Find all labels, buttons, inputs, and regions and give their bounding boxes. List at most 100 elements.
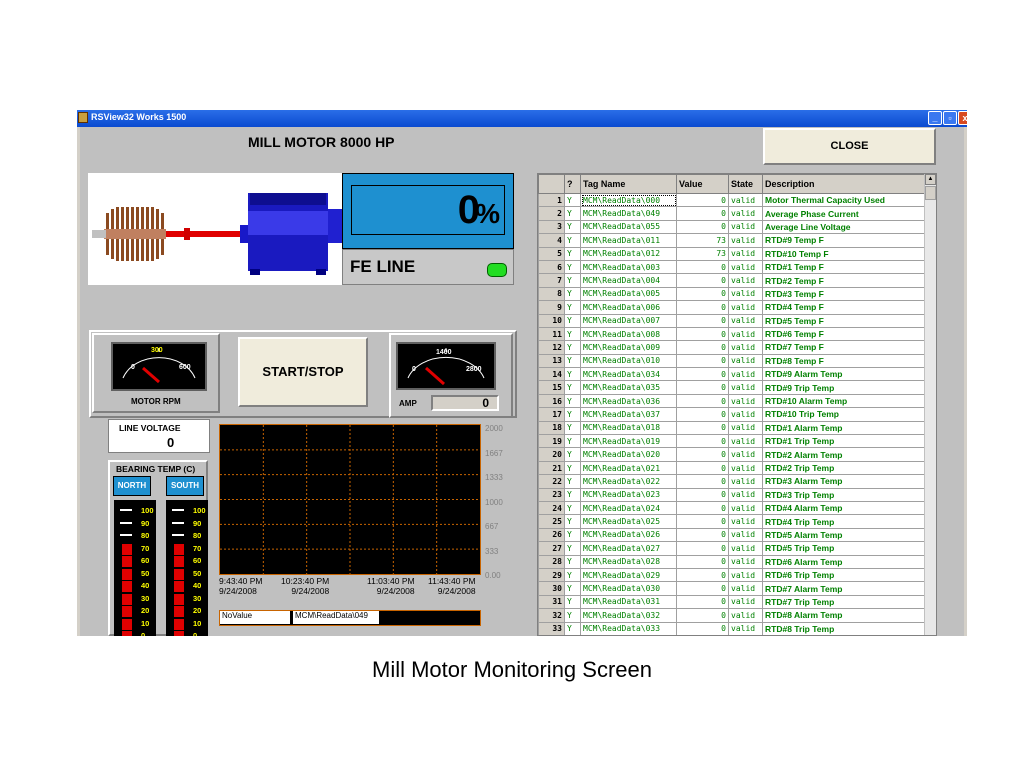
table-row[interactable]: 4 Y MCM\ReadData\011 73 valid RTD#9 Temp F — [538, 233, 926, 248]
table-row[interactable]: 30 Y MCM\ReadData\030 0 valid RTD#7 Alarm Tem… — [538, 581, 926, 596]
row-number: 8 — [538, 286, 565, 302]
table-row[interactable]: 3 Y MCM\ReadData\055 0 valid Average Line Vol… — [538, 219, 926, 235]
row-tag-name[interactable]: MCM\ReadData\036 — [580, 393, 677, 409]
thermometer-tick — [120, 521, 132, 524]
table-row[interactable]: 13 Y MCM\ReadData\010 0 valid RTD#8 Temp F — [538, 353, 926, 369]
title-bar[interactable]: RSView32 Works 1500 _ ▫ x — [77, 110, 967, 127]
row-value: 73 — [676, 246, 729, 261]
table-row[interactable]: 22 Y MCM\ReadData\022 0 valid RTD#3 Alarm Tem… — [538, 474, 926, 489]
trend-chart[interactable] — [219, 424, 481, 575]
row-tag-name[interactable]: MCM\ReadData\024 — [580, 500, 677, 516]
row-state: valid — [728, 300, 763, 315]
row-number: 14 — [538, 367, 565, 382]
table-row[interactable]: 18 Y MCM\ReadData\018 0 valid RTD#1 Alarm Tem… — [538, 420, 926, 436]
start-stop-button[interactable]: START/STOP — [238, 337, 368, 407]
table-row[interactable]: 7 Y MCM\ReadData\004 0 valid RTD#2 Temp F — [538, 273, 926, 288]
minimize-button[interactable]: _ — [928, 111, 942, 125]
table-row[interactable]: 15 Y MCM\ReadData\035 0 valid RTD#9 Trip Temp — [538, 380, 926, 395]
table-row[interactable]: 26 Y MCM\ReadData\026 0 valid RTD#5 Alarm Tem… — [538, 527, 926, 543]
table-row[interactable]: 29 Y MCM\ReadData\029 0 valid RTD#6 Trip Temp — [538, 567, 926, 583]
scroll-thumb[interactable] — [925, 186, 936, 200]
table-scrollbar[interactable]: ▲ — [924, 174, 936, 635]
row-tag-name[interactable]: MCM\ReadData\034 — [580, 367, 677, 382]
table-row[interactable]: 11 Y MCM\ReadData\008 0 valid RTD#6 Temp F — [538, 326, 926, 342]
table-row[interactable]: 17 Y MCM\ReadData\037 0 valid RTD#10 Trip Tem… — [538, 407, 926, 422]
table-row[interactable]: 14 Y MCM\ReadData\034 0 valid RTD#9 Alarm Tem… — [538, 367, 926, 382]
table-row[interactable]: 21 Y MCM\ReadData\021 0 valid RTD#2 Trip Temp — [538, 460, 926, 476]
table-row[interactable]: 27 Y MCM\ReadData\027 0 valid RTD#5 Trip Temp — [538, 541, 926, 556]
row-tag-name[interactable]: MCM\ReadData\049 — [580, 206, 677, 221]
column-header[interactable]: Value — [676, 174, 729, 194]
row-number: 11 — [538, 326, 565, 342]
column-header[interactable]: State — [728, 174, 763, 194]
row-tag-name[interactable]: MCM\ReadData\020 — [580, 447, 677, 462]
row-tag-name[interactable]: MCM\ReadData\007 — [580, 313, 677, 328]
table-row[interactable]: 1 Y MCM\ReadData\000 0 valid Motor Thermal Ca… — [538, 192, 926, 208]
table-row[interactable]: 25 Y MCM\ReadData\025 0 valid RTD#4 Trip Temp — [538, 514, 926, 529]
row-tag-name[interactable]: MCM\ReadData\028 — [580, 554, 677, 569]
table-row[interactable]: 24 Y MCM\ReadData\024 0 valid RTD#4 Alarm Tem… — [538, 500, 926, 516]
scroll-up-icon[interactable]: ▲ — [925, 174, 936, 185]
row-flag: Y — [564, 621, 581, 635]
column-header[interactable]: ? — [564, 174, 581, 194]
row-tag-name[interactable]: MCM\ReadData\031 — [580, 594, 677, 610]
row-tag-name[interactable]: MCM\ReadData\000 — [580, 192, 677, 208]
row-tag-name[interactable]: MCM\ReadData\037 — [580, 407, 677, 422]
rsview-window: RSView32 Works 1500 _ ▫ x MILL MOTOR 800… — [77, 110, 967, 636]
table-row[interactable]: 5 Y MCM\ReadData\012 73 valid RTD#10 Temp F — [538, 246, 926, 261]
row-tag-name[interactable]: MCM\ReadData\019 — [580, 434, 677, 449]
row-tag-name[interactable]: MCM\ReadData\010 — [580, 353, 677, 369]
table-row[interactable]: 28 Y MCM\ReadData\028 0 valid RTD#6 Alarm Tem… — [538, 554, 926, 569]
table-row[interactable]: 2 Y MCM\ReadData\049 0 valid Average Phase Cu… — [538, 206, 926, 221]
row-tag-name[interactable]: MCM\ReadData\029 — [580, 567, 677, 583]
row-tag-name[interactable]: MCM\ReadData\005 — [580, 286, 677, 302]
table-row[interactable]: 32 Y MCM\ReadData\032 0 valid RTD#8 Alarm Tem… — [538, 608, 926, 623]
tag-table[interactable]: ? Tag Name Value State Description 1 Y MCM\Rea… — [537, 173, 937, 636]
close-button[interactable]: CLOSE — [763, 128, 936, 165]
row-tag-name[interactable]: MCM\ReadData\022 — [580, 474, 677, 489]
row-state: valid — [728, 326, 763, 342]
column-header[interactable]: Tag Name — [580, 174, 677, 194]
row-tag-name[interactable]: MCM\ReadData\021 — [580, 460, 677, 476]
row-tag-name[interactable]: MCM\ReadData\004 — [580, 273, 677, 288]
trend-legend[interactable]: NoValue MCM\ReadData\049 — [219, 610, 481, 626]
row-flag: Y — [564, 259, 581, 275]
thermometer-scale-label: 90 — [141, 518, 150, 528]
table-row[interactable]: 20 Y MCM\ReadData\020 0 valid RTD#2 Alarm Tem… — [538, 447, 926, 462]
table-row[interactable]: 31 Y MCM\ReadData\031 0 valid RTD#7 Trip Temp — [538, 594, 926, 610]
maximize-button[interactable]: ▫ — [943, 111, 957, 125]
table-row[interactable]: 16 Y MCM\ReadData\036 0 valid RTD#10 Alarm Te… — [538, 393, 926, 409]
table-row[interactable]: 9 Y MCM\ReadData\006 0 valid RTD#4 Temp F — [538, 300, 926, 315]
table-row[interactable]: 33 Y MCM\ReadData\033 0 valid RTD#8 Trip Temp — [538, 621, 926, 635]
table-row[interactable]: 19 Y MCM\ReadData\019 0 valid RTD#1 Trip Temp — [538, 434, 926, 449]
table-row[interactable]: 23 Y MCM\ReadData\023 0 valid RTD#3 Trip Temp — [538, 487, 926, 502]
row-value: 0 — [676, 434, 729, 449]
table-row[interactable]: 8 Y MCM\ReadData\005 0 valid RTD#3 Temp F — [538, 286, 926, 302]
row-tag-name[interactable]: MCM\ReadData\009 — [580, 340, 677, 355]
close-window-button[interactable]: x — [958, 111, 967, 125]
row-tag-name[interactable]: MCM\ReadData\008 — [580, 326, 677, 342]
row-tag-name[interactable]: MCM\ReadData\025 — [580, 514, 677, 529]
row-tag-name[interactable]: MCM\ReadData\033 — [580, 621, 677, 635]
row-tag-name[interactable]: MCM\ReadData\026 — [580, 527, 677, 543]
row-value: 0 — [676, 447, 729, 462]
table-row[interactable]: 12 Y MCM\ReadData\009 0 valid RTD#7 Temp F — [538, 340, 926, 355]
column-header[interactable]: Description — [762, 174, 926, 194]
column-header[interactable] — [538, 174, 565, 194]
row-tag-name[interactable]: MCM\ReadData\018 — [580, 420, 677, 436]
row-tag-name[interactable]: MCM\ReadData\027 — [580, 541, 677, 556]
row-tag-name[interactable]: MCM\ReadData\035 — [580, 380, 677, 395]
row-tag-name[interactable]: MCM\ReadData\003 — [580, 259, 677, 275]
row-tag-name[interactable]: MCM\ReadData\023 — [580, 487, 677, 502]
app-icon[interactable] — [78, 112, 88, 123]
table-row[interactable]: 10 Y MCM\ReadData\007 0 valid RTD#5 Temp F — [538, 313, 926, 328]
row-tag-name[interactable]: MCM\ReadData\006 — [580, 300, 677, 315]
row-tag-name[interactable]: MCM\ReadData\030 — [580, 581, 677, 596]
row-tag-name[interactable]: MCM\ReadData\055 — [580, 219, 677, 235]
row-tag-name[interactable]: MCM\ReadData\011 — [580, 233, 677, 248]
row-state: valid — [728, 447, 763, 462]
thermometer-bar — [174, 568, 184, 580]
row-tag-name[interactable]: MCM\ReadData\012 — [580, 246, 677, 261]
table-row[interactable]: 6 Y MCM\ReadData\003 0 valid RTD#1 Temp F — [538, 259, 926, 275]
row-tag-name[interactable]: MCM\ReadData\032 — [580, 608, 677, 623]
